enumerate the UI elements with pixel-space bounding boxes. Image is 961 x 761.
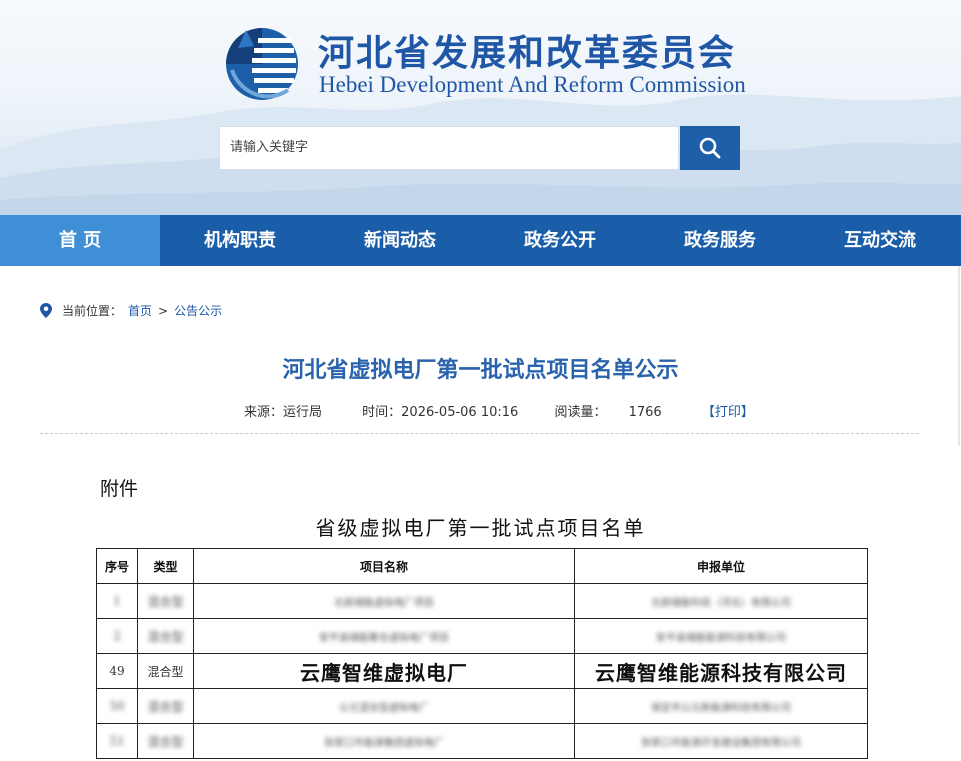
breadcrumb-separator: > bbox=[158, 303, 169, 318]
nav-item-organization[interactable]: 机构职责 bbox=[160, 215, 320, 266]
breadcrumb: 当前位置： 首页 > 公告公示 bbox=[40, 302, 222, 319]
search-input[interactable]: 请输入关键字 bbox=[219, 126, 679, 170]
list-title: 省级虚拟电厂第一批试点项目名单 bbox=[315, 516, 646, 540]
table-row: 2 混合型 安平县储能聚合虚拟电厂项目 安平县储能能源科技有限公司 bbox=[96, 618, 868, 654]
cell-applicant: 北辰储能科技（河北）有限公司 bbox=[574, 583, 868, 619]
cell-applicant: 保定市公元新能源科技有限公司 bbox=[574, 688, 868, 724]
main-nav: 首 页 机构职责 新闻动态 政务公开 政务服务 互动交流 bbox=[0, 215, 961, 266]
nav-item-interaction[interactable]: 互动交流 bbox=[800, 215, 960, 266]
print-link[interactable]: 【打印】 bbox=[702, 401, 754, 420]
header-applicant: 申报单位 bbox=[574, 548, 868, 584]
cell-project-name: 北辰储能虚拟电厂项目 bbox=[193, 583, 575, 619]
commission-logo-icon bbox=[226, 28, 298, 100]
table-row: 50 混合型 公元混合型虚拟电厂 保定市公元新能源科技有限公司 bbox=[96, 688, 868, 724]
site-header: 河北省发展和改革委员会 Hebei Development And Reform… bbox=[0, 0, 961, 215]
cell-applicant: 云鹰智维能源科技有限公司 bbox=[574, 653, 868, 689]
cell-no: 51 bbox=[96, 723, 138, 759]
article-meta: 来源：运行局 时间：2026-05-06 10:16 阅读量： 1766 【打印… bbox=[244, 401, 754, 420]
article-views-label: 阅读量： bbox=[554, 405, 607, 420]
site-title-cn: 河北省发展和改革委员会 bbox=[318, 33, 737, 74]
article-time: 时间：2026-05-06 10:16 bbox=[362, 405, 519, 420]
cell-type: 混合型 bbox=[137, 723, 194, 759]
breadcrumb-current-link[interactable]: 公告公示 bbox=[174, 302, 222, 319]
breadcrumb-home-link[interactable]: 首页 bbox=[128, 302, 152, 319]
cell-no: 49 bbox=[96, 653, 138, 689]
site-title-en: Hebei Development And Reform Commission bbox=[319, 72, 746, 97]
cell-project-name: 公元混合型虚拟电厂 bbox=[193, 688, 575, 724]
nav-item-gov-affairs[interactable]: 政务公开 bbox=[480, 215, 640, 266]
search-icon bbox=[699, 137, 721, 159]
cell-applicant: 安平县储能能源科技有限公司 bbox=[574, 618, 868, 654]
header-no: 序号 bbox=[96, 548, 138, 584]
table-row: 1 混合型 北辰储能虚拟电厂项目 北辰储能科技（河北）有限公司 bbox=[96, 583, 868, 619]
cell-type: 混合型 bbox=[137, 653, 194, 689]
breadcrumb-prefix: 当前位置： bbox=[62, 304, 123, 318]
article-source: 来源：运行局 bbox=[244, 405, 323, 420]
attachment-label: 附件 bbox=[100, 478, 139, 500]
search-button[interactable] bbox=[680, 126, 740, 170]
nav-item-home[interactable]: 首 页 bbox=[0, 215, 160, 266]
cell-type: 混合型 bbox=[137, 618, 194, 654]
cell-no: 2 bbox=[96, 618, 138, 654]
project-list-table: 序号 类型 项目名称 申报单位 1 混合型 北辰储能虚拟电厂项目 北辰储能科技（… bbox=[96, 548, 868, 759]
cell-applicant: 张家口市能源开发建设集团有限公司 bbox=[574, 723, 868, 759]
table-row-highlighted: 49 混合型 云鹰智维虚拟电厂 云鹰智维能源科技有限公司 bbox=[96, 653, 868, 689]
article-title: 河北省虚拟电厂第一批试点项目名单公示 bbox=[282, 358, 679, 383]
table-header-row: 序号 类型 项目名称 申报单位 bbox=[96, 548, 868, 584]
cell-type: 混合型 bbox=[137, 688, 194, 724]
article-views-count: 1766 bbox=[628, 405, 662, 420]
table-row: 51 混合型 张家口市能源集团虚拟电厂 张家口市能源开发建设集团有限公司 bbox=[96, 723, 868, 759]
cell-no: 1 bbox=[96, 583, 138, 619]
article-divider bbox=[40, 433, 919, 434]
header-project-name: 项目名称 bbox=[193, 548, 575, 584]
cell-project-name: 云鹰智维虚拟电厂 bbox=[193, 653, 575, 689]
cell-project-name: 安平县储能聚合虚拟电厂项目 bbox=[193, 618, 575, 654]
nav-item-gov-services[interactable]: 政务服务 bbox=[640, 215, 800, 266]
cell-type: 混合型 bbox=[137, 583, 194, 619]
cell-no: 50 bbox=[96, 688, 138, 724]
location-pin-icon bbox=[40, 303, 52, 318]
header-type: 类型 bbox=[137, 548, 194, 584]
nav-item-news[interactable]: 新闻动态 bbox=[320, 215, 480, 266]
cell-project-name: 张家口市能源集团虚拟电厂 bbox=[193, 723, 575, 759]
